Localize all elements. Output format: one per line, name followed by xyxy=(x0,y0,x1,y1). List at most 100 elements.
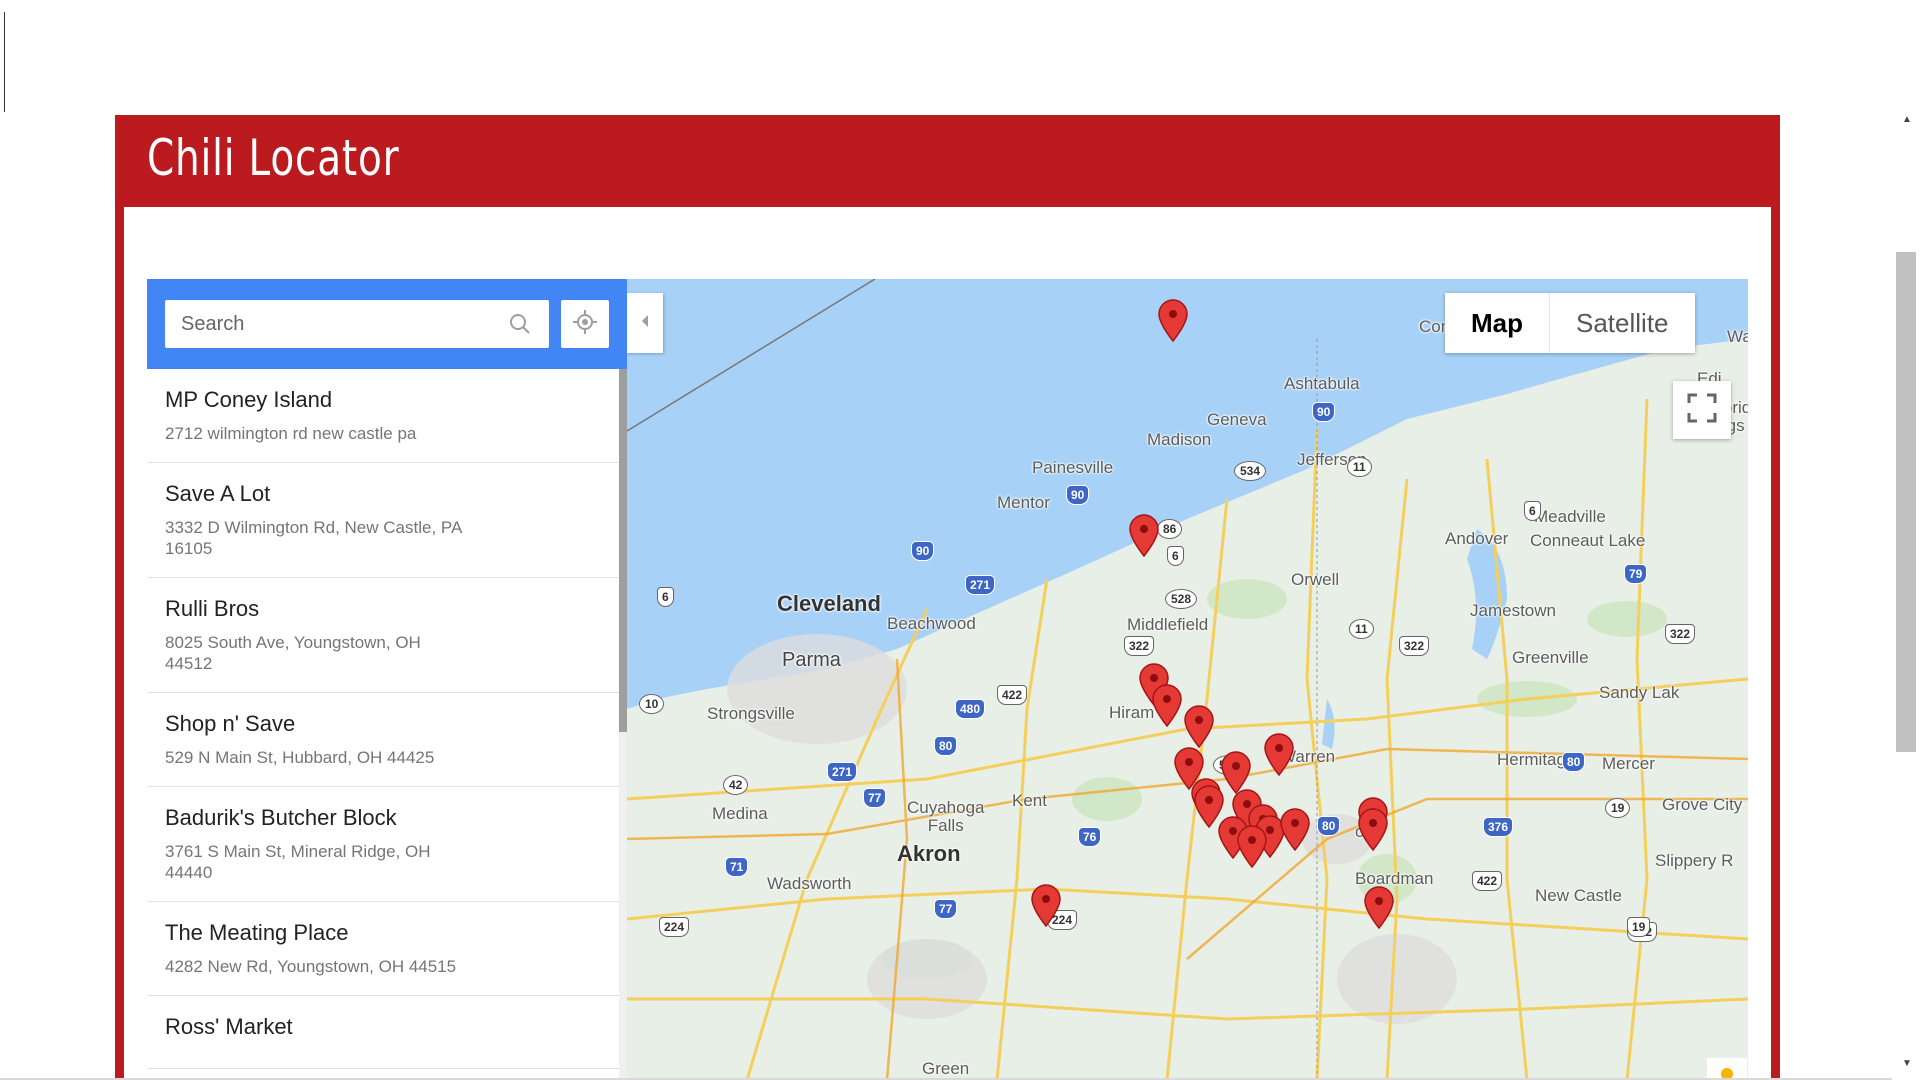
map-label: Beachwood xyxy=(887,614,976,633)
interstate-shield-376: 376 xyxy=(1483,817,1514,837)
location-address: 4282 New Rd, Youngstown, OH 44515 xyxy=(165,957,457,976)
map-marker[interactable] xyxy=(1262,732,1296,777)
interstate-shield-90: 90 xyxy=(911,541,935,561)
map-label: Ashtabula xyxy=(1284,374,1360,393)
map-type-control: Map Satellite xyxy=(1445,293,1695,353)
interstate-shield-80: 80 xyxy=(1562,752,1586,772)
list-item[interactable]: Save A Lot 3332 D Wilmington Rd, New Cas… xyxy=(147,463,619,578)
state-route-shield-11: 11 xyxy=(1347,457,1372,477)
location-address: 3761 S Main St, Mineral Ridge, OH 44440 xyxy=(165,842,431,882)
fullscreen-button[interactable] xyxy=(1673,381,1731,439)
list-item[interactable]: MP Coney Island 2712 wilmington rd new c… xyxy=(147,369,619,463)
map-label: Greenville xyxy=(1512,648,1589,667)
map-label: Geneva xyxy=(1207,410,1267,429)
map-marker[interactable] xyxy=(1127,513,1161,558)
us-route-shield-224: 224 xyxy=(659,917,690,937)
map-label: Wa xyxy=(1727,327,1748,346)
us-route-shield-322: 322 xyxy=(1124,636,1155,656)
interstate-shield-90: 90 xyxy=(1066,485,1090,505)
map-label: Andover xyxy=(1445,529,1509,548)
us-route-shield-422: 422 xyxy=(1472,871,1503,891)
map-label: Akron xyxy=(897,841,961,866)
map-label: Meadville xyxy=(1534,507,1606,526)
us-route-shield-322: 322 xyxy=(1399,636,1430,656)
map-canvas[interactable]: Cleveland Akron Parma Beachwood Strongsv… xyxy=(627,279,1748,1080)
map-marker[interactable] xyxy=(1278,807,1312,852)
location-name: MP Coney Island xyxy=(165,387,333,412)
map-type-map-button[interactable]: Map xyxy=(1445,293,1550,353)
content-area: MP Coney Island 2712 wilmington rd new c… xyxy=(124,207,1771,1080)
scroll-up-icon[interactable]: ▲ xyxy=(1902,114,1912,125)
map-label: Jamestown xyxy=(1470,601,1556,620)
text-caret xyxy=(4,12,5,112)
us-route-shield-6: 6 xyxy=(1167,546,1184,566)
state-route-shield-534: 534 xyxy=(1234,461,1267,481)
list-scrollbar[interactable] xyxy=(619,369,627,1080)
map-label: Medina xyxy=(712,804,768,823)
interstate-shield-271: 271 xyxy=(965,575,996,595)
location-address: 529 N Main St, Hubbard, OH 44425 xyxy=(165,748,435,767)
location-name: Save A Lot xyxy=(165,481,271,506)
list-item[interactable]: The Meating Place 4282 New Rd, Youngstow… xyxy=(147,902,619,996)
map-marker[interactable] xyxy=(1235,824,1269,869)
location-address: 8025 South Ave, Youngstown, OH 44512 xyxy=(165,633,421,673)
us-route-shield-322: 322 xyxy=(1665,624,1696,644)
interstate-shield-76: 76 xyxy=(1078,827,1102,847)
my-location-button[interactable] xyxy=(561,300,609,348)
scroll-down-icon[interactable]: ▼ xyxy=(1902,1058,1912,1069)
list-scrollbar-thumb[interactable] xyxy=(619,369,627,732)
collapse-panel-button[interactable] xyxy=(627,293,663,353)
map-base xyxy=(627,279,1748,1080)
us-route-shield-6: 6 xyxy=(1524,501,1541,521)
map-label: Slippery R xyxy=(1655,851,1734,870)
map-label: Cuyahoga Falls xyxy=(907,798,985,835)
interstate-shield-80: 80 xyxy=(934,736,958,756)
map-marker[interactable] xyxy=(1356,807,1390,852)
map-label: Mentor xyxy=(997,493,1050,512)
list-item[interactable]: Rulli Bros 8025 South Ave, Youngstown, O… xyxy=(147,578,619,693)
interstate-shield-90: 90 xyxy=(1312,402,1336,422)
page-scrollbar[interactable]: ▲ ▼ xyxy=(1892,112,1920,1080)
search-input[interactable] xyxy=(181,312,507,336)
page-scrollbar-thumb[interactable] xyxy=(1896,252,1916,752)
map-label: Painesville xyxy=(1032,458,1114,477)
search-box[interactable] xyxy=(165,300,549,348)
interstate-shield-71: 71 xyxy=(725,857,749,877)
map-label: Cleveland xyxy=(777,591,881,616)
location-address: 3332 D Wilmington Rd, New Castle, PA 161… xyxy=(165,518,462,558)
map-marker[interactable] xyxy=(1156,298,1190,343)
location-list: MP Coney Island 2712 wilmington rd new c… xyxy=(147,369,619,1080)
map-label: Parma xyxy=(782,649,841,671)
map-label: New Castle xyxy=(1535,886,1622,905)
map-marker[interactable] xyxy=(1150,683,1184,728)
search-bar xyxy=(147,279,627,369)
map-label: Middlefield xyxy=(1127,615,1209,634)
location-name: Ross' Market xyxy=(165,1014,293,1039)
map-label: Grove City xyxy=(1662,795,1743,814)
interstate-shield-77: 77 xyxy=(934,899,958,919)
list-item[interactable]: Badurik's Butcher Block 3761 S Main St, … xyxy=(147,787,619,902)
map-label: Orwell xyxy=(1291,570,1340,589)
interstate-shield-480: 480 xyxy=(955,699,986,719)
list-item[interactable]: Shop n' Save 529 N Main St, Hubbard, OH … xyxy=(147,693,619,787)
map-marker[interactable] xyxy=(1362,885,1396,930)
search-icon[interactable] xyxy=(507,311,533,337)
locations-panel: MP Coney Island 2712 wilmington rd new c… xyxy=(147,279,627,1080)
map-marker[interactable] xyxy=(1029,883,1063,928)
map-marker[interactable] xyxy=(1182,704,1216,749)
location-name: Shop n' Save xyxy=(165,711,296,736)
location-name: Rulli Bros xyxy=(165,596,260,621)
us-route-shield-19: 19 xyxy=(1627,917,1651,937)
map-label: Madison xyxy=(1147,430,1212,449)
us-route-shield-6: 6 xyxy=(657,587,674,607)
map-label: Kent xyxy=(1012,791,1047,810)
map-label: Green xyxy=(922,1059,970,1078)
state-route-shield-11: 11 xyxy=(1349,619,1374,639)
interstate-shield-80: 80 xyxy=(1317,816,1341,836)
fullscreen-icon xyxy=(1687,393,1717,428)
list-item[interactable]: Ross' Market xyxy=(147,996,619,1069)
map-type-satellite-button[interactable]: Satellite xyxy=(1550,293,1695,353)
map-label: Wadsworth xyxy=(767,874,852,893)
map-label: Conneaut Lake xyxy=(1530,531,1646,550)
pegman-control[interactable] xyxy=(1707,1058,1747,1080)
